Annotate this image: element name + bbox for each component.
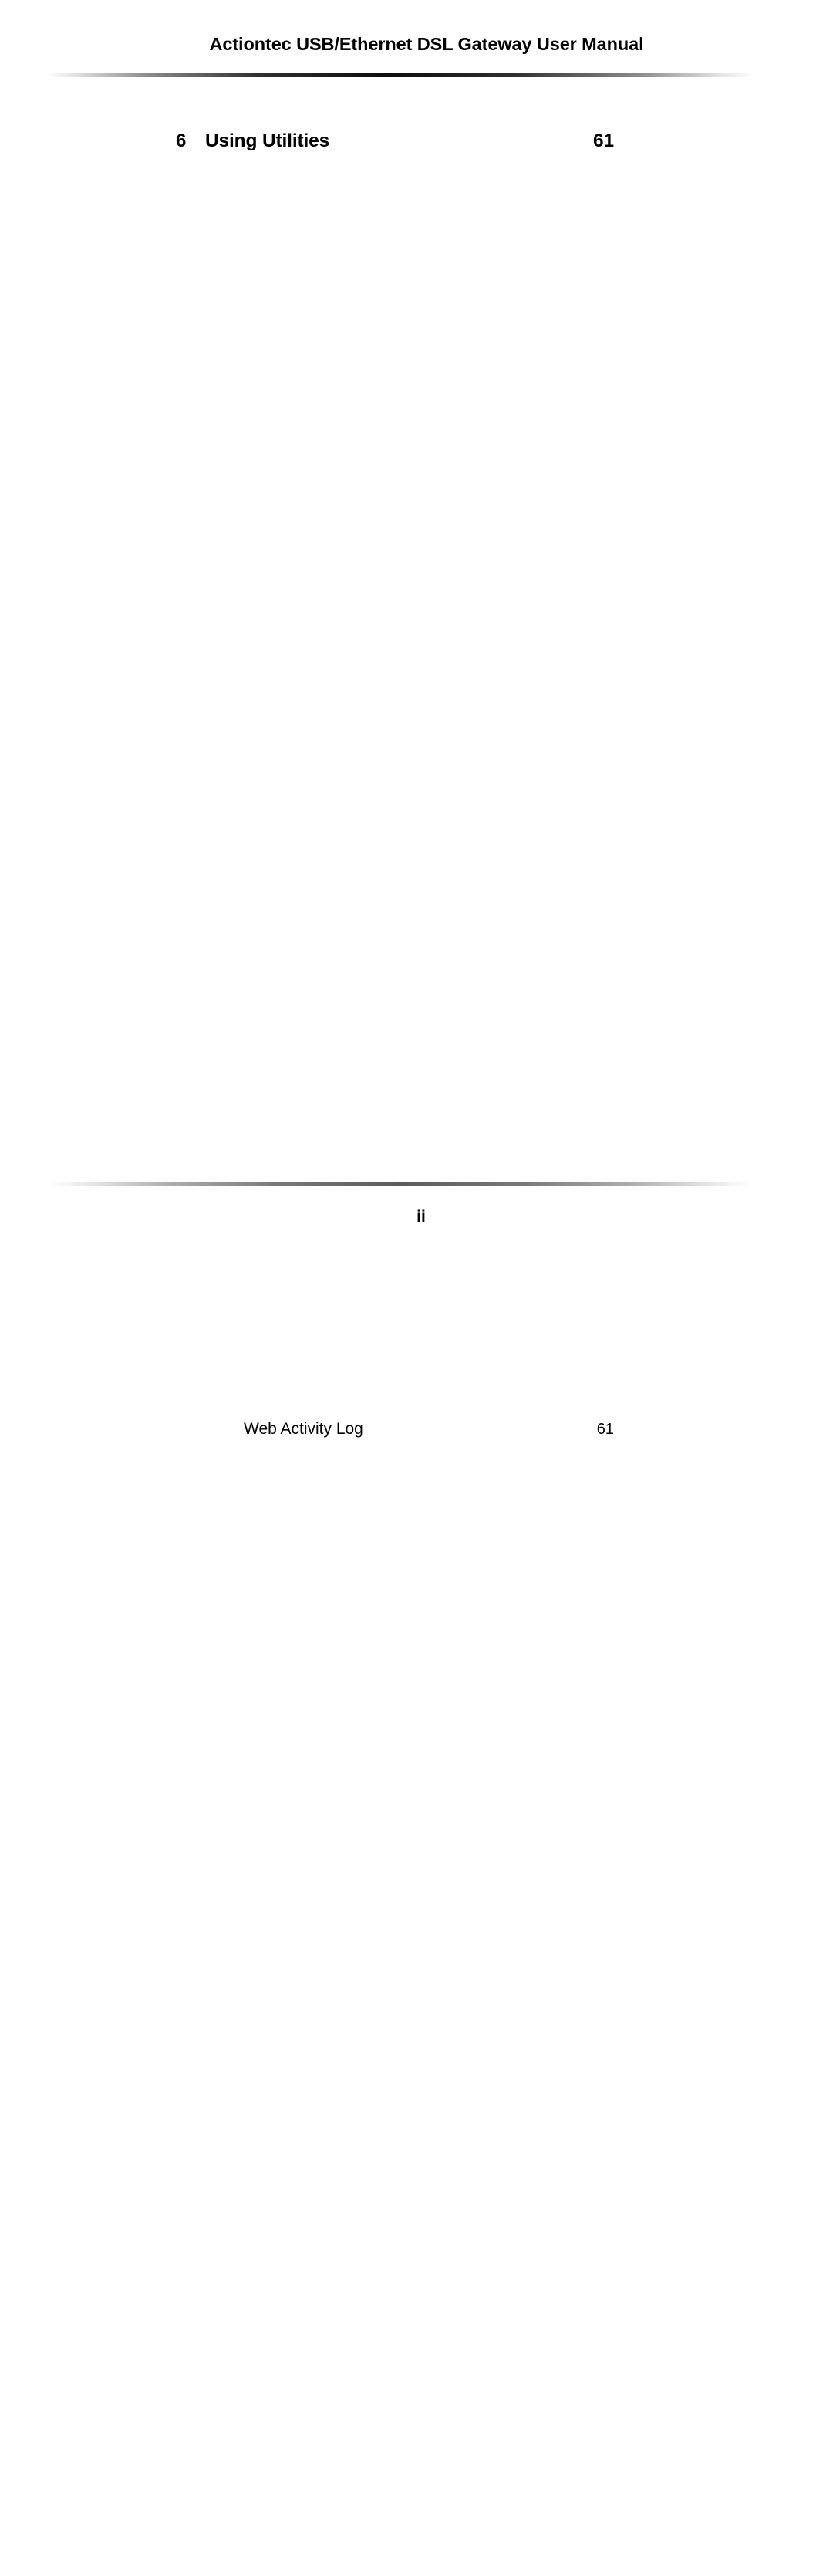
page-footer: ii [0,1164,833,1288]
toc-entry-number: 6 [176,130,187,151]
toc-entry-page-number: 61 [571,1418,614,2576]
toc-list: 6Using Utilities61Web Activity Log61Syst… [176,130,614,2576]
header-divider [46,73,754,77]
manual-toc-page: Actiontec USB/Ethernet DSL Gateway User … [0,0,833,2576]
toc-entry-label: Web Activity Log [244,1420,363,1438]
footer-divider [46,1182,754,1186]
page-header: Actiontec USB/Ethernet DSL Gateway User … [0,0,833,77]
table-of-contents: 6Using Utilities61Web Activity Log61Syst… [0,130,833,2576]
toc-subentry-row[interactable]: Web Activity Log 61 [176,1418,614,2576]
manual-title: Actiontec USB/Ethernet DSL Gateway User … [209,34,644,54]
footer-page-number: ii [416,1208,426,1225]
toc-entry-label: Using Utilities [205,130,330,151]
